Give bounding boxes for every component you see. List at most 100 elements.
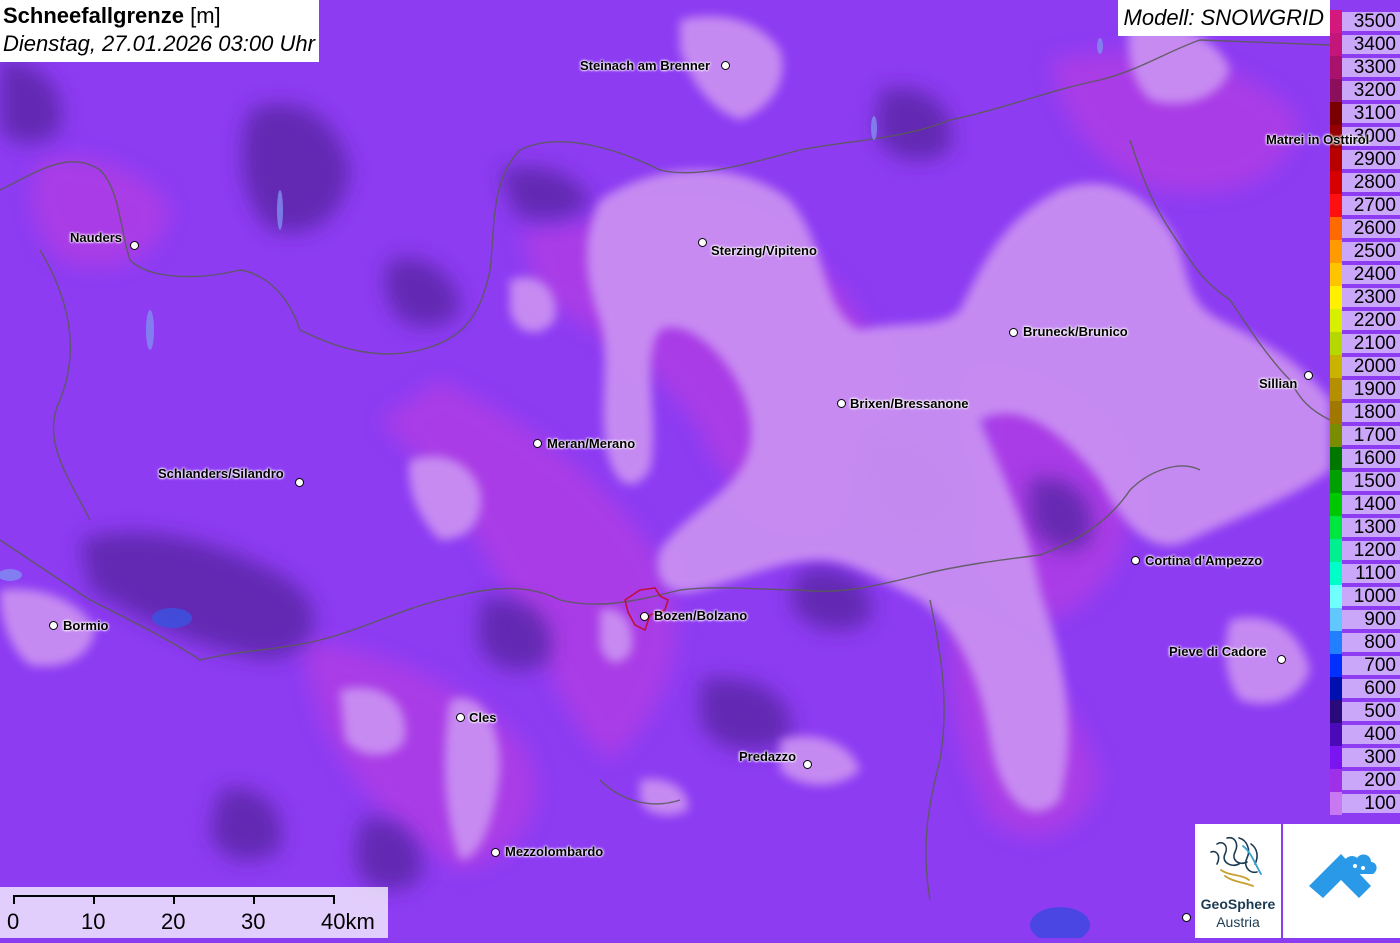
legend-swatch [1330,148,1342,171]
city-label[interactable]: Steinach am Brenner [580,58,710,73]
color-legend: 3500 3400 3300 3200 3100 3000 2900 2800 2700 2600… [1330,10,1400,815]
legend-label: 2500 [1342,242,1400,261]
legend-item: 1600 [1330,447,1400,470]
legend-swatch [1330,332,1342,355]
city-label[interactable]: Schlanders/Silandro [158,466,284,481]
scale-label-10: 10 [81,909,106,934]
city-label[interactable]: Sterzing/Vipiteno [711,243,817,258]
city-dot[interactable] [837,399,846,408]
legend-item: 1100 [1330,562,1400,585]
legend-item: 500 [1330,700,1400,723]
legend-swatch [1330,309,1342,332]
legend-swatch [1330,539,1342,562]
city-dot[interactable] [491,848,500,857]
legend-swatch [1330,79,1342,102]
legend-label: 3500 [1342,12,1400,31]
legend-item: 3500 [1330,10,1400,33]
legend-swatch [1330,401,1342,424]
legend-item: 1500 [1330,470,1400,493]
city-dot[interactable] [1304,371,1313,380]
city-dot[interactable] [1277,655,1286,664]
legend-item: 1900 [1330,378,1400,401]
legend-label: 900 [1342,610,1400,629]
scale-label-40km: 40km [321,909,375,934]
legend-label: 1500 [1342,472,1400,491]
legend-swatch [1330,217,1342,240]
app-logo[interactable] [1283,824,1400,938]
legend-item: 700 [1330,654,1400,677]
legend-label: 800 [1342,633,1400,652]
legend-label: 2000 [1342,357,1400,376]
legend-swatch [1330,792,1342,815]
legend-label: 1700 [1342,426,1400,445]
legend-label: 2600 [1342,219,1400,238]
city-label[interactable]: Cles [469,710,496,725]
city-dot[interactable] [295,478,304,487]
city-label[interactable]: Bozen/Bolzano [654,608,747,623]
legend-swatch [1330,746,1342,769]
city-dot[interactable] [533,439,542,448]
legend-item: 2000 [1330,355,1400,378]
legend-label: 400 [1342,725,1400,744]
legend-label: 2900 [1342,150,1400,169]
scale-label-20: 20 [161,909,186,934]
city-dot[interactable] [1009,328,1018,337]
city-label[interactable]: Predazzo [739,749,796,764]
legend-item: 300 [1330,746,1400,769]
legend-item: 1700 [1330,424,1400,447]
legend-item: 400 [1330,723,1400,746]
geosphere-logo[interactable]: GeoSphere Austria [1195,824,1281,938]
legend-label: 1300 [1342,518,1400,537]
legend-item: 2600 [1330,217,1400,240]
legend-swatch [1330,355,1342,378]
legend-item: 2500 [1330,240,1400,263]
legend-swatch [1330,677,1342,700]
legend-item: 600 [1330,677,1400,700]
legend-item: 1800 [1330,401,1400,424]
geosphere-name-2: Austria [1216,914,1260,930]
legend-swatch [1330,631,1342,654]
city-label[interactable]: Cortina d'Ampezzo [1145,553,1262,568]
city-label[interactable]: Mezzolombardo [505,844,603,859]
legend-swatch [1330,56,1342,79]
legend-label: 2400 [1342,265,1400,284]
city-label[interactable]: Pieve di Cadore [1169,644,1267,659]
legend-swatch [1330,240,1342,263]
city-label[interactable]: Bormio [63,618,109,633]
city-dot[interactable] [640,612,649,621]
city-dot[interactable] [49,621,58,630]
city-dot[interactable] [803,760,812,769]
scale-label-30: 30 [241,909,266,934]
legend-label: 2200 [1342,311,1400,330]
city-dot[interactable] [1182,913,1191,922]
legend-swatch [1330,516,1342,539]
legend-label: 500 [1342,702,1400,721]
legend-label: 3100 [1342,104,1400,123]
city-dot[interactable] [456,713,465,722]
city-label[interactable]: Sillian [1259,376,1297,391]
model-label: Modell: SNOWGRID [1117,0,1330,36]
legend-label: 1000 [1342,587,1400,606]
legend-label: 700 [1342,656,1400,675]
city-dot[interactable] [1131,556,1140,565]
legend-item: 200 [1330,769,1400,792]
city-dot[interactable] [130,241,139,250]
city-label[interactable]: Matrei in Osttirol [1266,132,1369,147]
city-dot[interactable] [698,238,707,247]
legend-item: 100 [1330,792,1400,815]
legend-label: 2700 [1342,196,1400,215]
city-label[interactable]: Brixen/Bressanone [850,396,969,411]
legend-item: 3200 [1330,79,1400,102]
legend-item: 3400 [1330,33,1400,56]
map-title-box: Schneefallgrenze [m] Dienstag, 27.01.202… [0,0,319,62]
legend-label: 3200 [1342,81,1400,100]
city-dot[interactable] [721,61,730,70]
city-label[interactable]: Bruneck/Brunico [1023,324,1128,339]
city-label[interactable]: Meran/Merano [547,436,635,451]
legend-swatch [1330,493,1342,516]
legend-item: 2200 [1330,309,1400,332]
legend-swatch [1330,654,1342,677]
legend-item: 2100 [1330,332,1400,355]
legend-label: 600 [1342,679,1400,698]
city-label[interactable]: Nauders [70,230,122,245]
